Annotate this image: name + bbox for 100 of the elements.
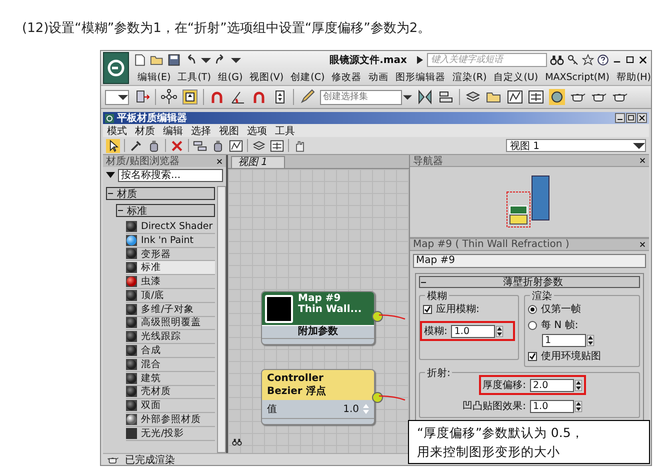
menu-item[interactable]: MAXScript(M) <box>545 72 610 82</box>
menu-item[interactable]: 帮助(H) <box>616 70 651 84</box>
category-header[interactable]: 标准 <box>116 204 215 217</box>
graph-icon[interactable] <box>507 89 523 105</box>
menu-item[interactable]: 编辑(E) <box>137 70 171 84</box>
search-field[interactable]: 键入关键字或短语 <box>427 53 547 67</box>
radio-button[interactable] <box>528 304 537 314</box>
layout-icon[interactable] <box>193 138 207 152</box>
close-icon[interactable] <box>639 241 646 248</box>
menu-item[interactable]: 选项 <box>247 124 267 138</box>
menu-item[interactable]: 组(G) <box>218 70 243 84</box>
collapse-icon[interactable] <box>107 190 114 197</box>
folder-icon[interactable] <box>150 53 164 67</box>
material-list-item[interactable]: 外部参照材质 <box>126 413 215 427</box>
pencil-icon[interactable] <box>299 89 315 105</box>
menu-item[interactable]: 模式 <box>107 124 127 138</box>
close-button[interactable] <box>637 113 647 123</box>
material-list-item[interactable]: 无光/投影 <box>126 426 215 441</box>
magnet-icon[interactable] <box>251 89 267 105</box>
magnet-icon[interactable] <box>209 89 225 105</box>
menu-item[interactable]: 动画 <box>368 70 389 84</box>
menu-item[interactable]: 渲染(R) <box>452 70 487 84</box>
menu-item[interactable]: 自定义(U) <box>494 70 538 84</box>
radio-button[interactable] <box>528 320 537 330</box>
view-dropdown[interactable]: 视图 1 <box>506 139 646 152</box>
move-icon[interactable] <box>161 89 177 105</box>
bottle-icon[interactable] <box>211 138 225 152</box>
close-icon[interactable] <box>216 158 223 164</box>
close-icon[interactable] <box>639 157 646 164</box>
angle-icon[interactable] <box>230 89 246 105</box>
material-list-item[interactable]: 双面 <box>126 399 215 414</box>
align-icon[interactable] <box>438 89 454 105</box>
material-list-item[interactable]: 混合 <box>126 358 215 372</box>
filter-icon[interactable] <box>106 172 115 179</box>
scrollbar[interactable] <box>217 186 226 453</box>
material-editor-icon[interactable] <box>549 89 565 105</box>
menu-item[interactable]: 创建(C) <box>290 70 325 84</box>
number-field[interactable]: 2.0 <box>530 378 574 392</box>
close-icon[interactable] <box>638 55 648 65</box>
number-field[interactable]: 1.0 <box>530 400 574 412</box>
hand-icon[interactable] <box>293 138 307 152</box>
spinner-arrows-icon[interactable] <box>496 326 504 336</box>
rollout-header[interactable]: 薄壁折射参数 <box>419 276 640 288</box>
layers-icon[interactable] <box>252 138 266 152</box>
new-file-icon[interactable] <box>133 53 148 67</box>
graph-icon[interactable] <box>229 138 243 152</box>
bottle-icon[interactable] <box>147 138 161 152</box>
teapot-icon[interactable] <box>612 92 628 102</box>
checkbox[interactable] <box>528 352 537 360</box>
binoculars-icon[interactable] <box>232 437 242 447</box>
number-field[interactable]: 1.0 <box>451 324 496 338</box>
view-tab[interactable]: 视图 1 <box>231 156 285 168</box>
category-header[interactable]: 材质 <box>106 187 215 200</box>
spinner-arrows-icon[interactable] <box>587 335 594 346</box>
minimize-button[interactable] <box>615 113 625 123</box>
select-object-icon[interactable] <box>182 89 198 105</box>
key-icon[interactable] <box>567 54 579 66</box>
menu-item[interactable]: 工具(T) <box>178 70 211 84</box>
number-field[interactable]: 1 <box>542 334 586 347</box>
app-logo[interactable] <box>103 52 130 84</box>
menu-item[interactable]: 视图 <box>219 124 239 138</box>
caret-icon[interactable] <box>403 94 412 100</box>
checkbox[interactable] <box>423 304 432 314</box>
material-list-item[interactable]: 合成 <box>126 344 215 358</box>
dropdown[interactable] <box>105 90 129 104</box>
map-node[interactable]: Map #9 Thin Wall... 附加参数 <box>261 291 375 345</box>
material-list-item[interactable]: Ink 'n Paint <box>126 234 215 248</box>
delete-icon[interactable] <box>170 138 184 152</box>
mirror-icon[interactable] <box>417 89 433 105</box>
dope-sheet-icon[interactable] <box>270 138 284 152</box>
teapot-icon[interactable] <box>591 92 607 102</box>
menu-item[interactable]: 工具 <box>275 124 295 138</box>
material-list-item[interactable]: 标准 <box>126 261 215 276</box>
menu-item[interactable]: 图形编辑器 <box>396 70 446 84</box>
spinner-arrows-icon[interactable] <box>575 380 582 390</box>
menu-item[interactable]: 修改器 <box>332 70 362 84</box>
search-field[interactable]: 按名称搜索... <box>118 169 223 182</box>
material-list-item[interactable]: 顶/底 <box>126 288 215 303</box>
material-list-item[interactable]: DirectX Shader <box>126 220 215 234</box>
arrow-cursor-icon[interactable] <box>106 138 120 152</box>
controller-node[interactable]: Controller Bezier 浮点 值 1.0 <box>261 369 375 425</box>
menu-item[interactable]: 选择 <box>191 124 211 138</box>
material-list-item[interactable]: 虫漆 <box>126 275 215 289</box>
menu-item[interactable]: 材质 <box>135 124 155 138</box>
caret-icon[interactable] <box>231 58 242 62</box>
selection-set-field[interactable]: 创建选择集 <box>320 90 402 104</box>
spinner-arrows-icon[interactable] <box>575 400 582 412</box>
material-list-item[interactable]: 壳材质 <box>126 386 215 400</box>
material-list-item[interactable]: 高级照明覆盖 <box>126 316 215 330</box>
help-icon[interactable] <box>597 54 609 66</box>
save-icon[interactable] <box>167 53 182 67</box>
material-list-item[interactable]: 建筑 <box>126 372 215 386</box>
caret-icon[interactable] <box>201 58 212 62</box>
pipette-icon[interactable] <box>129 138 143 152</box>
maximize-icon[interactable] <box>625 55 635 65</box>
name-field[interactable]: Map #9 <box>413 254 646 268</box>
star-icon[interactable] <box>582 54 594 66</box>
menu-item[interactable]: 视图(V) <box>250 70 284 84</box>
link-icon[interactable] <box>134 89 150 105</box>
menu-item[interactable]: 编辑 <box>163 124 183 138</box>
